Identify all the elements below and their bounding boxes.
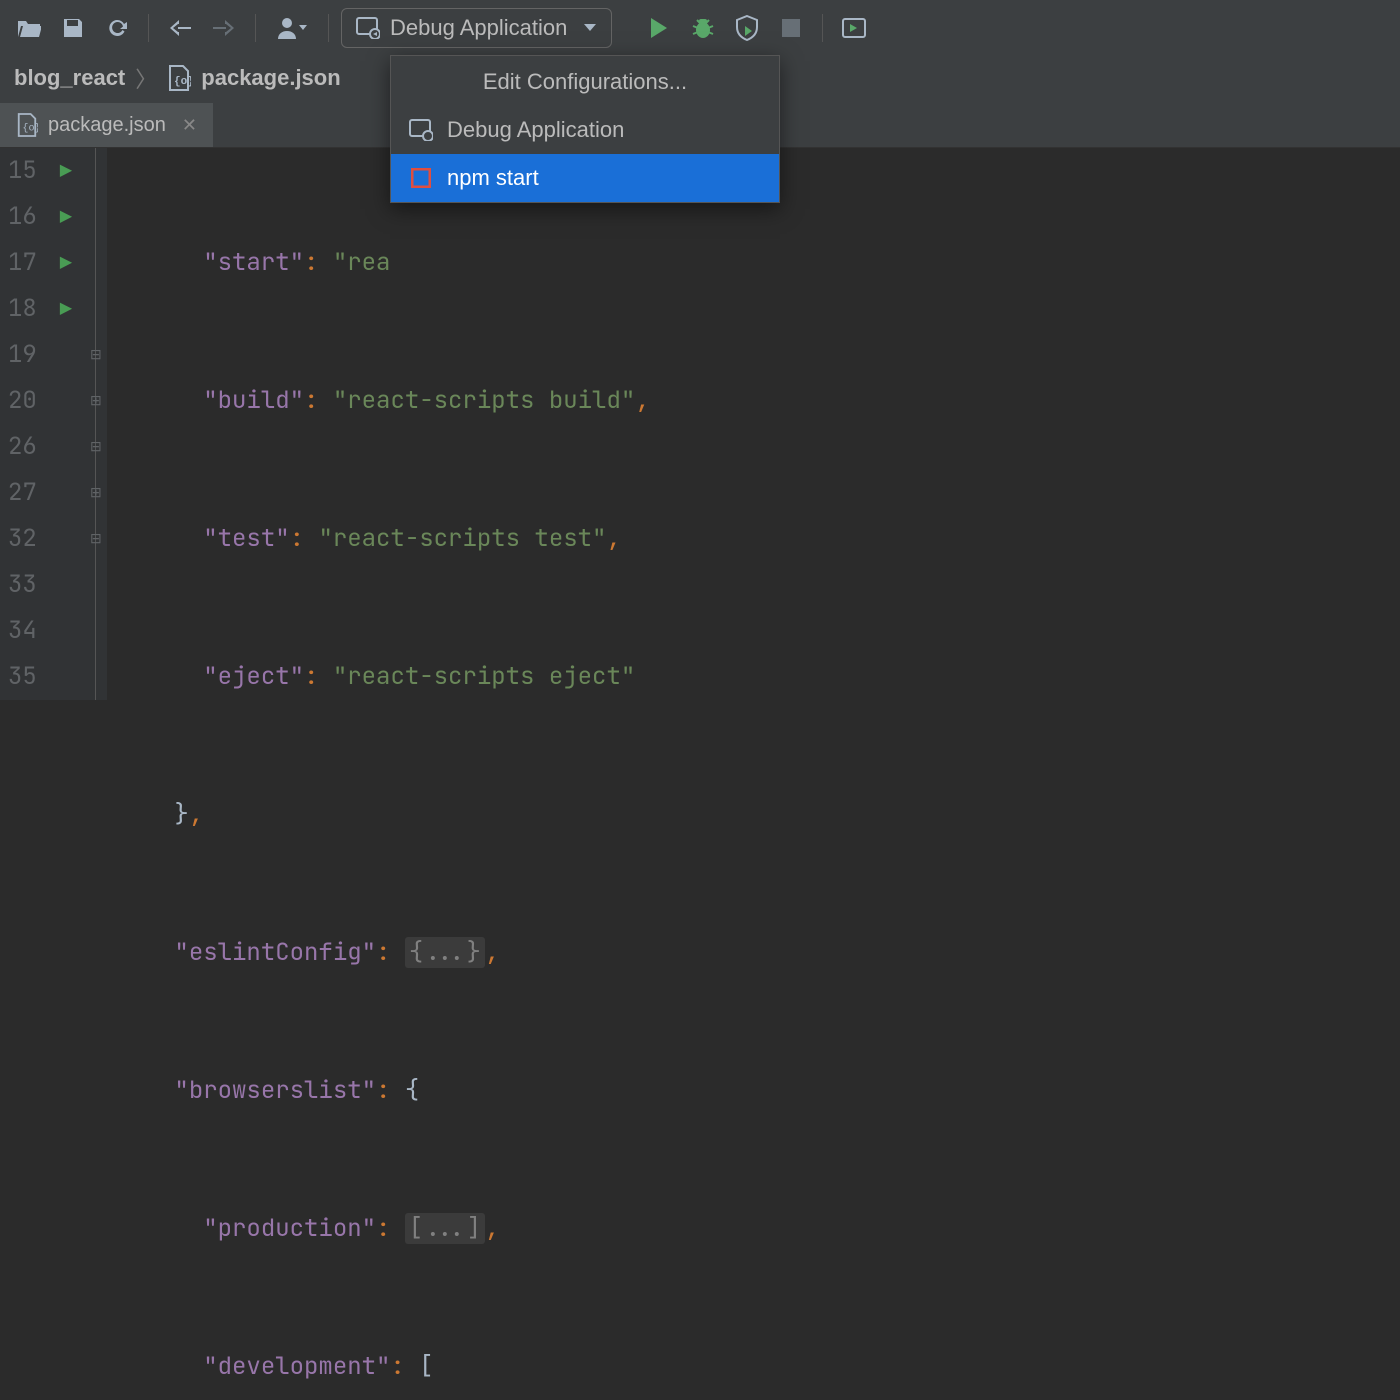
folded-region[interactable]: [...] [405, 1213, 485, 1244]
gutter: 15 16 17 18 19 20 26 27 32 33 34 35 ▶ ▶ … [0, 148, 107, 700]
json-string: "react-scripts eject" [333, 661, 635, 692]
fold-collapse-icon[interactable]: ⊟ [85, 332, 107, 378]
chevron-down-icon [583, 23, 597, 33]
toolbar-separator [328, 14, 329, 42]
back-icon[interactable] [161, 9, 199, 47]
line-number[interactable]: 19 [8, 332, 37, 378]
json-key: "build" [203, 385, 304, 416]
json-key: "browserslist" [174, 1075, 376, 1106]
popup-npm-start[interactable]: npm start [391, 154, 779, 202]
popup-item-label: npm start [447, 165, 539, 191]
json-key: "eslintConfig" [174, 937, 376, 968]
json-file-icon: {o} [167, 65, 191, 91]
run-config-dropdown: Edit Configurations... Debug Application… [390, 55, 780, 203]
json-string: "react-scripts build" [333, 385, 635, 416]
npm-icon [409, 168, 433, 188]
breadcrumb-separator: 〉 [135, 62, 157, 94]
json-key: "production" [203, 1213, 376, 1244]
toolbar-separator [255, 14, 256, 42]
json-key: "start" [203, 247, 304, 278]
line-number[interactable]: 27 [8, 470, 37, 516]
svg-text:{o}: {o} [22, 123, 38, 135]
coverage-icon[interactable] [728, 9, 766, 47]
line-number[interactable]: 20 [8, 378, 37, 424]
json-string: "react-scripts test" [318, 523, 606, 554]
fold-collapse-icon[interactable]: ⊟ [85, 516, 107, 562]
line-number[interactable]: 35 [8, 654, 37, 700]
run-icon[interactable] [640, 9, 678, 47]
folded-region[interactable]: {...} [405, 937, 485, 968]
svg-text:{o}: {o} [174, 76, 191, 88]
debug-icon[interactable] [684, 9, 722, 47]
code-area[interactable]: "start": "rea "build": "react-scripts bu… [107, 148, 1400, 700]
user-icon[interactable] [268, 9, 316, 47]
json-string: "rea [333, 247, 391, 278]
open-icon[interactable] [10, 9, 48, 47]
popup-debug-application[interactable]: Debug Application [391, 106, 779, 154]
fold-gutter: ⊟ ⊞ ⊟ ⊞ ⊟ [85, 148, 107, 700]
popup-item-label: Debug Application [447, 117, 624, 143]
line-number[interactable]: 16 [8, 194, 37, 240]
main-toolbar: Debug Application [0, 0, 1400, 56]
config-icon [409, 119, 433, 141]
line-number[interactable]: 34 [8, 608, 37, 654]
line-number[interactable]: 33 [8, 562, 37, 608]
line-number[interactable]: 15 [8, 148, 37, 194]
fold-expand-icon[interactable]: ⊞ [85, 470, 107, 516]
tab-package-json[interactable]: {o} package.json ✕ [0, 103, 213, 147]
json-key: "test" [203, 523, 289, 554]
forward-icon[interactable] [205, 9, 243, 47]
toolbar-separator [148, 14, 149, 42]
run-line-icon[interactable]: ▶ [47, 240, 85, 286]
breadcrumb-root[interactable]: blog_react [14, 65, 125, 91]
json-file-icon: {o} [16, 113, 38, 137]
popup-edit-configurations[interactable]: Edit Configurations... [391, 58, 779, 106]
breadcrumb-file[interactable]: package.json [201, 65, 340, 91]
line-number[interactable]: 18 [8, 286, 37, 332]
config-icon [356, 17, 380, 39]
fold-collapse-icon[interactable]: ⊟ [85, 424, 107, 470]
line-numbers: 15 16 17 18 19 20 26 27 32 33 34 35 [0, 148, 47, 700]
run-line-icon[interactable]: ▶ [47, 194, 85, 240]
json-key: "development" [203, 1351, 390, 1382]
line-number[interactable]: 17 [8, 240, 37, 286]
line-number[interactable]: 26 [8, 424, 37, 470]
stop-icon[interactable] [772, 9, 810, 47]
tab-label: package.json [48, 114, 166, 137]
refresh-icon[interactable] [98, 9, 136, 47]
config-label: Debug Application [390, 15, 567, 41]
run-anything-icon[interactable] [835, 9, 873, 47]
fold-expand-icon[interactable]: ⊞ [85, 378, 107, 424]
save-icon[interactable] [54, 9, 92, 47]
run-gutter: ▶ ▶ ▶ ▶ [47, 148, 85, 700]
run-line-icon[interactable]: ▶ [47, 286, 85, 332]
popup-item-label: Edit Configurations... [483, 69, 687, 95]
line-number[interactable]: 32 [8, 516, 37, 562]
run-config-selector[interactable]: Debug Application [341, 8, 612, 48]
run-line-icon[interactable]: ▶ [47, 148, 85, 194]
toolbar-separator [822, 14, 823, 42]
close-icon[interactable]: ✕ [182, 115, 197, 136]
editor: 15 16 17 18 19 20 26 27 32 33 34 35 ▶ ▶ … [0, 148, 1400, 700]
json-key: "eject" [203, 661, 304, 692]
